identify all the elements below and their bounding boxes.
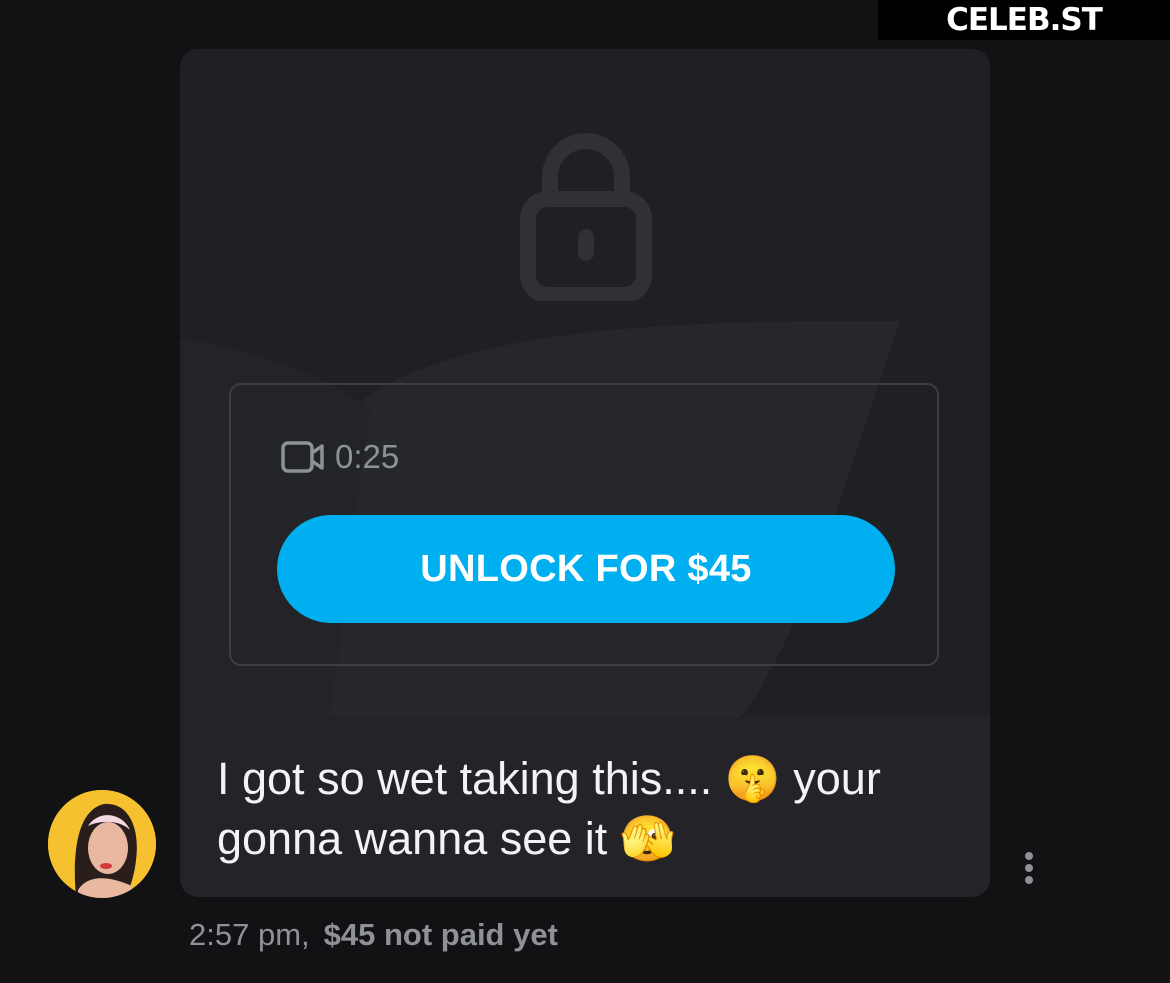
message-text-line: I got so wet taking this.... 🤫 your (217, 753, 881, 804)
message-text-line: gonna wanna see it 🫣 (217, 813, 676, 864)
kebab-dot (1025, 876, 1033, 884)
message-text: I got so wet taking this.... 🤫 your gonn… (217, 749, 957, 869)
lock-icon (520, 133, 652, 301)
payment-status: $45 not paid yet (323, 917, 558, 952)
kebab-dot (1025, 852, 1033, 860)
unlock-button[interactable]: UNLOCK FOR $45 (277, 515, 895, 623)
watermark: CELEB.ST (878, 0, 1170, 40)
message-time: 2:57 pm, (189, 917, 310, 952)
kebab-dot (1025, 864, 1033, 872)
locked-media: 0:25 UNLOCK FOR $45 (180, 49, 990, 717)
avatar[interactable] (48, 790, 156, 898)
video-camera-icon (281, 441, 324, 473)
avatar-photo (48, 790, 156, 898)
paywall-panel: 0:25 UNLOCK FOR $45 (229, 383, 939, 666)
chat-screen: CELEB.ST 0:25 UNLOCK FOR $45 I got so we… (0, 0, 1170, 983)
message-meta: 2:57 pm, $45 not paid yet (189, 913, 558, 957)
duration-label: 0:25 (335, 438, 400, 475)
message-bubble: 0:25 UNLOCK FOR $45 I got so wet taking … (180, 49, 990, 897)
kebab-menu-icon[interactable] (1016, 848, 1042, 888)
media-duration: 0:25 (281, 437, 399, 477)
